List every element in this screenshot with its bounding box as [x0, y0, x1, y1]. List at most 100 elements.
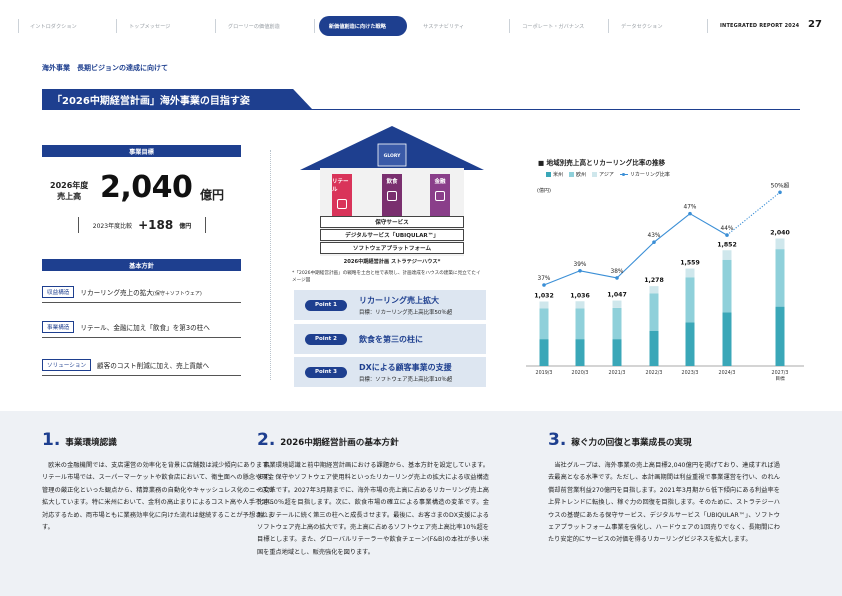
bottom-column: 3. 稼ぐ力の回復と事業成長の実現 当社グループは、海外事業の売上高目標2,04… — [548, 430, 780, 547]
compare-unit: 億円 — [179, 222, 192, 230]
goal-comparison: 2023年度比較 +188 億円 — [78, 217, 206, 233]
bar-segment-アジア — [722, 250, 732, 260]
compare-label: 2023年度比較 — [92, 222, 133, 230]
point-box: Point 3 DXによる顧客事業の支援 目標：ソフトウェア売上高比率10％超 — [294, 357, 486, 387]
nav-tab-strategy[interactable]: 新価値創造に向けた戦略 — [318, 16, 408, 36]
bar-segment-欧州 — [685, 277, 695, 323]
point-tag: Point 2 — [305, 333, 347, 345]
bar-segment-アジア — [612, 300, 622, 308]
total-label: 1,278 — [644, 277, 664, 284]
nav-tab-value-creation[interactable]: グローリーの価値創造 — [216, 16, 315, 36]
pillar-food: 飲食 — [382, 174, 402, 218]
point-text: DXによる顧客事業の支援 目標：ソフトウェア売上高比率10％超 — [359, 362, 452, 383]
breadcrumb: 海外事業 長期ビジョンの達成に向けて — [42, 64, 168, 72]
house-footnote: *「2026中期経営計画」の戦略を土台と柱で表現し、計画達成をハウスの建築に見立… — [292, 271, 481, 283]
nav-tab-introduction[interactable]: イントロダクション — [18, 16, 117, 36]
point-text: 飲食を第三の柱に — [359, 334, 423, 345]
column-heading: 1. 事業環境認識 — [42, 430, 274, 450]
x-tick-label: 2022/3 — [646, 370, 663, 376]
column-heading: 3. 稼ぐ力の回復と事業成長の実現 — [548, 430, 780, 450]
ratio-label: 39% — [574, 262, 587, 268]
policy-text: 顧客のコスト削減に加え、売上貢献へ — [97, 361, 210, 370]
bar-segment-欧州 — [575, 308, 585, 340]
column-number: 2. — [257, 430, 276, 450]
point-box: Point 2 飲食を第三の柱に — [294, 324, 486, 354]
layer-maintenance: 保守サービス — [320, 216, 464, 228]
layer-digital-service: デジタルサービス「UBIQULAR™」 — [320, 229, 464, 241]
bar-segment-アジア — [775, 238, 785, 250]
nav-tab-data[interactable]: データセクション — [609, 16, 708, 36]
policy-text-sub: (保守＋ソフトウェア) — [152, 290, 202, 297]
ratio-point — [725, 233, 729, 237]
goal-value: 2,040 — [100, 170, 193, 205]
page-title: 「2026中期経営計画」海外事業の目指す姿 — [42, 89, 312, 109]
point-title: DXによる顧客事業の支援 — [359, 362, 452, 372]
point-subtitle: 目標：ソフトウェア売上高比率10％超 — [359, 376, 453, 383]
x-tick-label: 2020/3 — [572, 370, 589, 376]
ratio-label: 37% — [538, 276, 551, 282]
policy-row: 事業構造 リテール、金融に加え「飲食」を第3の柱へ — [42, 316, 241, 338]
bar-segment-欧州 — [775, 249, 785, 307]
policy-tag: 収益構造 — [42, 285, 75, 298]
goal-header: 事業目標 — [42, 145, 241, 157]
column-heading: 2. 2026中期経営計画の基本方針 — [257, 430, 489, 450]
point-subtitle: 目標：リカーリング売上高比率50％超 — [359, 309, 453, 316]
ratio-label: 43% — [648, 233, 661, 239]
x-tick-label: 2021/3 — [609, 370, 626, 376]
bar-segment-米州 — [612, 339, 622, 366]
glory-logo: GLORY — [384, 153, 401, 159]
bar-segment-アジア — [649, 286, 659, 294]
policy-text: リカーリング売上の拡大(保守＋ソフトウェア) — [80, 287, 201, 297]
page-number: 27 — [808, 19, 822, 30]
bottom-column: 2. 2026中期経営計画の基本方針 事業環境認識と前中期経営計画における課題か… — [257, 430, 489, 559]
nav-tab-sustainability[interactable]: サステナビリティ — [411, 16, 511, 36]
bar-segment-米州 — [775, 306, 785, 366]
x-tick-label: 2019/3 — [536, 370, 553, 376]
bar-segment-米州 — [722, 312, 732, 366]
ratio-point — [778, 190, 782, 195]
cart-icon — [337, 199, 347, 209]
ratio-label: 44% — [721, 226, 734, 232]
pillar-retail: リテール — [332, 174, 352, 218]
point-tag: Point 1 — [305, 299, 347, 311]
column-body: 当社グループは、海外事業の売上高目標2,040億円を掲げており、達成すれば過去最… — [548, 462, 780, 544]
compare-value: +188 — [138, 218, 174, 232]
x-tick-label: 2024/3 — [719, 370, 736, 376]
pillar-finance: 金融 — [430, 174, 450, 218]
column-body: 事業環境認識と前中期経営計画における課題から、基本方針を設定しています。まず、保… — [257, 462, 489, 556]
nav-tab-top-message[interactable]: トップメッセージ — [117, 16, 216, 36]
house-roof: GLORY — [300, 126, 484, 170]
policy-row: ソリューション 顧客のコスト削減に加え、売上貢献へ — [42, 354, 241, 376]
column-title: 2026中期経営計画の基本方針 — [280, 438, 399, 448]
bar-segment-欧州 — [612, 307, 622, 340]
total-label: 1,852 — [717, 241, 737, 248]
bottom-column: 1. 事業環境認識 欧米の金融機関では、支店運営の効率化を背景に店舗数は減少傾向… — [42, 430, 274, 534]
policy-tag: ソリューション — [42, 358, 92, 371]
point-box: Point 1 リカーリング売上拡大 目標：リカーリング売上高比率50％超 — [294, 290, 486, 320]
policy-text: リテール、金融に加え「飲食」を第3の柱へ — [80, 323, 210, 332]
pillar-retail-label: リテール — [332, 179, 349, 193]
ratio-point — [542, 283, 546, 287]
point-title: リカーリング売上拡大 — [359, 295, 439, 305]
column-number: 1. — [42, 430, 61, 450]
total-label: 1,047 — [607, 292, 627, 299]
bar-segment-アジア — [575, 301, 585, 309]
total-label: 2,040 — [770, 230, 790, 237]
ratio-point — [652, 240, 656, 245]
x-tick-label: 2023/3 — [682, 370, 699, 376]
layer-software-platform: ソフトウェアプラットフォーム — [320, 242, 464, 254]
x-tick-sublabel: 目標 — [775, 375, 785, 382]
bar-segment-米州 — [685, 322, 695, 366]
x-tick-label: 2027/3 — [772, 370, 789, 376]
column-divider — [270, 150, 271, 380]
title-rule — [42, 109, 800, 110]
bar-segment-米州 — [575, 339, 585, 366]
nav-tab-governance[interactable]: コーポレート・ガバナンス — [510, 16, 609, 36]
sales-chart: 1,032 2019/3 1,036 2020/3 1,047 2021/3 1,278 20… — [526, 181, 804, 382]
report-label: INTEGRATED REPORT 2024 — [720, 23, 800, 29]
house-caption: 2026中期経営計画 ストラテジーハウス* — [343, 259, 441, 265]
bar-segment-アジア — [539, 301, 549, 309]
bar-segment-欧州 — [649, 293, 659, 331]
total-label: 1,559 — [680, 260, 700, 267]
bar-segment-米州 — [539, 339, 549, 366]
